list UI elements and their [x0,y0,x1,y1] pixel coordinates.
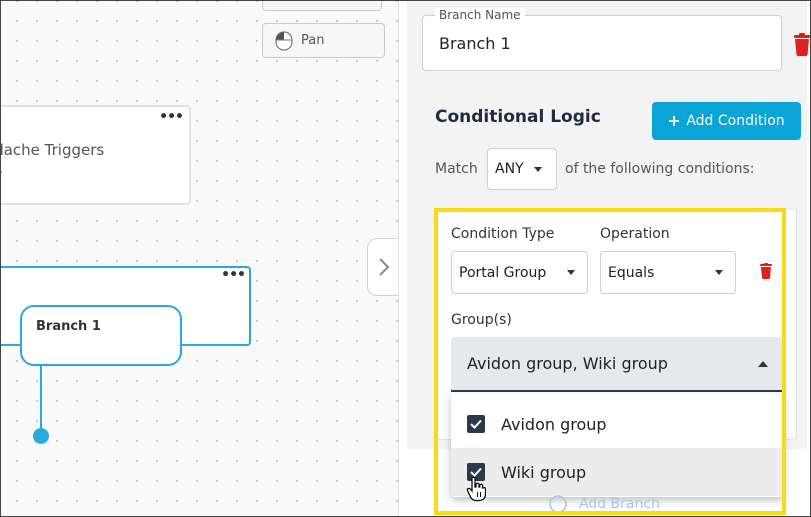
plus-icon [669,116,680,126]
trash-icon[interactable] [759,263,773,279]
operation-label: Operation [600,226,670,242]
chevron-right-icon [378,258,389,276]
branch-name-legend: Branch Name [435,8,525,22]
groups-dropdown: Avidon group Wiki group [451,394,784,497]
groups-value: Avidon group, Wiki group [467,354,668,373]
node-subtitle-line1: adache Triggers [1,141,105,159]
checkbox-checked-icon[interactable] [467,463,485,481]
caret-down-icon [533,166,542,172]
branch-name-field[interactable]: Branch Name Branch 1 [422,8,782,71]
conditional-logic-title: Conditional Logic [435,107,601,127]
caret-down-icon [715,270,723,275]
caret-up-icon [758,360,768,367]
add-condition-button[interactable]: Add Condition [652,102,801,140]
condition-type-value: Portal Group [459,264,547,281]
add-branch-button[interactable]: Add Branch [549,495,660,513]
pan-button[interactable]: Pan [262,23,385,58]
match-select[interactable]: ANY [487,148,557,190]
trash-icon[interactable] [791,33,811,57]
pan-label: Pan [301,33,325,48]
branch-settings-body: Branch Name Branch 1 Conditional Logic A… [407,1,810,497]
match-label: Match [435,161,478,177]
branch-name-value[interactable]: Branch 1 [439,34,511,53]
node-subtitle-line2: ns [1,161,2,179]
condition-type-select[interactable]: Portal Group [451,251,588,294]
plus-circle-icon [549,495,567,513]
condition-type-label: Condition Type [451,226,555,242]
match-value: ANY [495,161,524,177]
branch-node-label: Branch 1 [36,319,101,334]
group-option-label: Wiki group [501,462,587,482]
operation-value: Equals [608,264,655,281]
operation-select[interactable]: Equals [600,251,736,294]
checkbox-checked-icon[interactable] [467,415,485,433]
branch-node[interactable]: Branch 1 [20,305,182,366]
node-menu-icon[interactable]: ••• [159,109,184,125]
connector-handle[interactable] [33,428,49,444]
caret-down-icon [567,270,575,275]
add-branch-label: Add Branch [579,496,660,512]
flow-canvas[interactable]: Pan ••• y adache Triggers ns ••• Branch … [1,1,398,516]
add-condition-label: Add Condition [686,113,785,129]
groups-multiselect[interactable]: Avidon group, Wiki group [451,337,784,392]
following-conditions-label: of the following conditions: [565,161,755,177]
groups-label: Group(s) [451,312,512,328]
toolbar-button-top[interactable] [262,1,382,11]
group-option-label: Avidon group [501,414,607,434]
group-option-avidon[interactable]: Avidon group [451,400,784,448]
connector-line [40,366,42,436]
app-frame: Pan ••• y adache Triggers ns ••• Branch … [0,0,811,517]
trigger-node[interactable]: ••• y adache Triggers ns [1,105,191,205]
mouse-icon [275,30,293,51]
branch-group-menu-icon[interactable]: ••• [221,267,246,283]
branch-settings-panel: Branch Name Branch 1 Conditional Logic A… [398,1,810,516]
collapse-panel-tab[interactable] [367,238,398,296]
group-option-wiki[interactable]: Wiki group [451,448,784,496]
